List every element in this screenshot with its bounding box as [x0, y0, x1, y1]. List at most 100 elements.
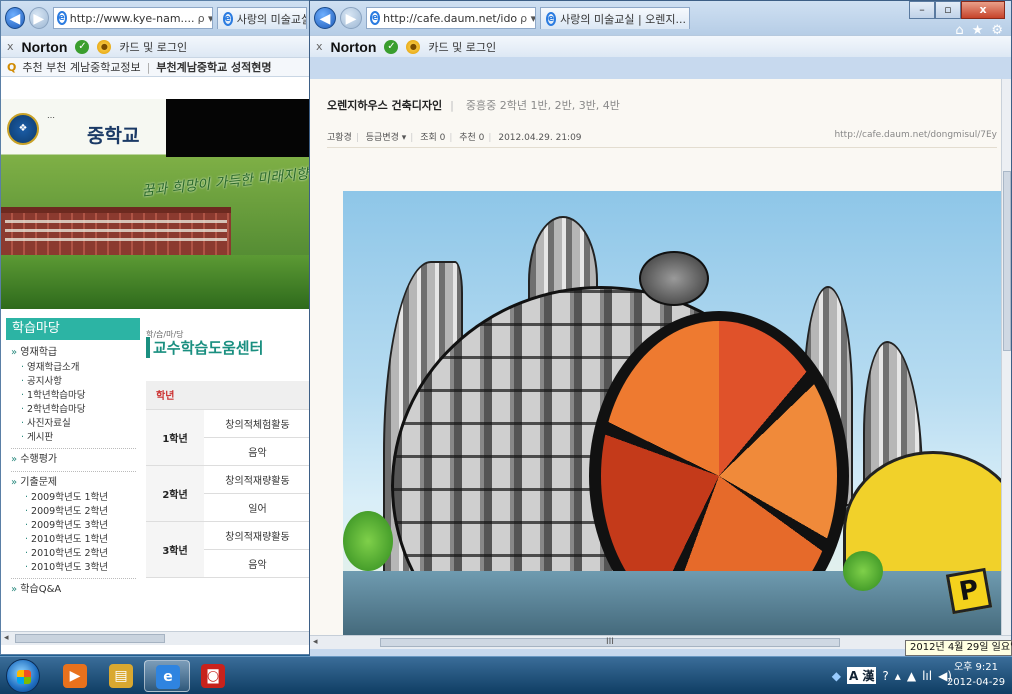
- sidebar-item[interactable]: 영재학급소개: [11, 361, 136, 375]
- browser-top-icons: ⌂ ★ ⚙: [955, 23, 1003, 38]
- sidebar-menu: 영재학급영재학급소개공지사항1학년학습마당2학년학습마당사진자료실게시판수행평가…: [11, 345, 136, 598]
- signal-icon[interactable]: lıl: [922, 669, 932, 683]
- show-hidden-icons[interactable]: ▴: [895, 669, 901, 683]
- restore-button[interactable]: ▫: [935, 1, 961, 19]
- help-icon[interactable]: ?: [882, 669, 888, 683]
- meta-divider: [327, 147, 997, 148]
- sidebar-item[interactable]: 2010학년도 3학년: [11, 561, 136, 575]
- back-browser-window[interactable]: ◀ ▶ e http://www.kye-nam.... ρ ▾ ¢ X e 사…: [0, 0, 312, 655]
- sidebar-item[interactable]: 2009학년도 1학년: [11, 491, 136, 505]
- ie-page-icon: e: [370, 11, 381, 25]
- sidebar-item[interactable]: 2010학년도 2학년: [11, 547, 136, 561]
- school-logo[interactable]: ❖ … 중학교: [7, 107, 143, 153]
- front-vertical-scrollbar[interactable]: [1001, 79, 1011, 635]
- subject-cell[interactable]: 일어: [204, 493, 311, 522]
- front-address-text[interactable]: http://cafe.daum.net/ido: [383, 12, 517, 25]
- favorite-link-2[interactable]: 부천계남중학교 성적현명: [156, 59, 271, 75]
- home-icon[interactable]: ⌂: [955, 23, 963, 38]
- sidebar-item[interactable]: 2학년학습마당: [11, 403, 136, 417]
- internet-explorer-icon: e: [156, 665, 180, 689]
- orange-house-artwork: P: [343, 191, 1003, 635]
- post-url[interactable]: http://cafe.daum.net/dongmisul/7Ey: [834, 130, 997, 140]
- taskbar-app-button[interactable]: ◙: [190, 660, 236, 692]
- sidebar-item[interactable]: 2009학년도 2학년: [11, 505, 136, 519]
- back-tab[interactable]: e 사랑의 미술교실: [216, 7, 307, 29]
- pdf-app-icon: ◙: [201, 664, 225, 688]
- scroll-left-icon[interactable]: ◂: [313, 637, 318, 647]
- toolbar-close-icon[interactable]: x: [316, 40, 323, 53]
- building-windows: [5, 217, 227, 247]
- ime-diamond-icon[interactable]: ◆: [832, 669, 841, 683]
- forward-arrow-icon[interactable]: ▶: [28, 7, 49, 29]
- grade-change-menu[interactable]: 등급변경 ▾: [366, 133, 407, 143]
- front-tab-label: 사랑의 미술교실 | 오렌지...: [560, 12, 686, 26]
- taskbar-app-button[interactable]: ▶: [52, 660, 98, 692]
- taskbar-app-button[interactable]: ▤: [98, 660, 144, 692]
- back-horizontal-scrollbar[interactable]: ◂: [1, 631, 311, 645]
- address-controls[interactable]: ρ ▾ ¢ X: [198, 12, 212, 25]
- sidebar-item[interactable]: 게시판: [11, 431, 136, 445]
- toolbar-close-icon[interactable]: x: [7, 40, 14, 53]
- sidebar-item[interactable]: 기출문제: [11, 475, 136, 491]
- sidebar-item[interactable]: 수행평가: [11, 452, 136, 468]
- taskbar: ▶ ▤ e ◙ ◆ A 漢 ? ▴ ▲ lıl ◀) 오후 9:21 2012-04-…: [0, 656, 1012, 694]
- sidebar-item[interactable]: 2010학년도 1학년: [11, 533, 136, 547]
- scroll-thumb[interactable]: [15, 634, 165, 643]
- front-tab[interactable]: e 사랑의 미술교실 | 오렌지... ×: [540, 7, 690, 29]
- sidebar-item[interactable]: 학습Q&A: [11, 582, 136, 598]
- close-button[interactable]: x: [961, 1, 1005, 19]
- card-login-label[interactable]: 카드 및 로그인: [119, 39, 187, 55]
- title-divider: |: [450, 99, 455, 112]
- sidebar-divider: [11, 471, 136, 472]
- favorite-link-1[interactable]: 추천 부천 계남중학교정보: [22, 59, 140, 75]
- clock-date: 2012-04-29: [946, 677, 1006, 688]
- school-emblem-icon: ❖: [7, 113, 39, 145]
- card-coin-icon: ●: [406, 39, 421, 54]
- norton-check-icon[interactable]: ✓: [384, 39, 399, 54]
- norton-logo[interactable]: Norton: [331, 39, 377, 55]
- norton-logo[interactable]: Norton: [22, 39, 68, 55]
- sidebar-item[interactable]: 영재학급: [11, 345, 136, 361]
- subject-cell[interactable]: 창의적재량활동: [204, 521, 311, 550]
- subject-cell[interactable]: 음악: [204, 437, 311, 466]
- school-banner: ❖ … 중학교 꿈과 희망이 가득한 미래지향 계남중학: [1, 99, 311, 309]
- front-browser-window[interactable]: ◀ ▶ e http://cafe.daum.net/ido ρ ▾ ¢ X e…: [309, 0, 1012, 662]
- scroll-left-icon[interactable]: ◂: [4, 633, 9, 643]
- ime-indicator[interactable]: A 漢: [846, 667, 877, 684]
- card-login-label[interactable]: 카드 및 로그인: [428, 39, 496, 55]
- sidebar-item[interactable]: 2009학년도 3학년: [11, 519, 136, 533]
- settings-gear-icon[interactable]: ⚙: [991, 23, 1003, 38]
- tree-right: [843, 551, 883, 591]
- school-name: 중학교: [87, 125, 140, 147]
- school-page: ❖ … 중학교 꿈과 희망이 가득한 미래지향 계남중학 학습마당 영재학급영재…: [1, 99, 311, 629]
- post-subtitle: 중흥중 2학년 1반, 2반, 3반, 4반: [465, 99, 620, 112]
- favorites-star-icon[interactable]: ★: [972, 23, 984, 38]
- post-author[interactable]: 고황경: [327, 133, 352, 143]
- subject-cell[interactable]: 음악: [204, 549, 311, 578]
- vertical-scroll-thumb[interactable]: [1003, 171, 1011, 351]
- front-address-bar[interactable]: e http://cafe.daum.net/ido ρ ▾ ¢ X: [366, 7, 536, 29]
- grade-cell: 2학년: [146, 465, 204, 522]
- subject-cell[interactable]: 창의적체험활동: [204, 409, 311, 438]
- front-norton-toolbar: x Norton ✓ ● 카드 및 로그인: [310, 35, 1011, 57]
- sidebar-item[interactable]: 1학년학습마당: [11, 389, 136, 403]
- start-button[interactable]: [6, 659, 40, 693]
- post-title-line: 오렌지하우스 건축디자인 | 중흥중 2학년 1반, 2반, 3반, 4반: [327, 97, 620, 113]
- norton-check-icon[interactable]: ✓: [75, 39, 90, 54]
- back-arrow-icon[interactable]: ◀: [314, 7, 336, 29]
- back-arrow-icon[interactable]: ◀: [5, 7, 25, 29]
- forward-arrow-icon[interactable]: ▶: [340, 7, 362, 29]
- sidebar-item[interactable]: 공지사항: [11, 375, 136, 389]
- address-controls[interactable]: ρ ▾ ¢ X: [520, 12, 535, 25]
- network-icon[interactable]: ▲: [907, 669, 916, 683]
- back-address-text[interactable]: http://www.kye-nam....: [70, 12, 195, 25]
- table-header: 학년: [146, 381, 311, 410]
- favorites-divider: |: [146, 60, 151, 74]
- sidebar-item[interactable]: 사진자료실: [11, 417, 136, 431]
- back-address-bar[interactable]: e http://www.kye-nam.... ρ ▾ ¢ X: [52, 7, 213, 29]
- system-clock[interactable]: 오후 9:21 2012-04-29: [946, 660, 1006, 690]
- minimize-button[interactable]: –: [909, 1, 935, 19]
- taskbar-app-button[interactable]: e: [144, 660, 190, 692]
- subject-cell[interactable]: 창의적재량활동: [204, 465, 311, 494]
- windows-logo-icon: [17, 670, 31, 684]
